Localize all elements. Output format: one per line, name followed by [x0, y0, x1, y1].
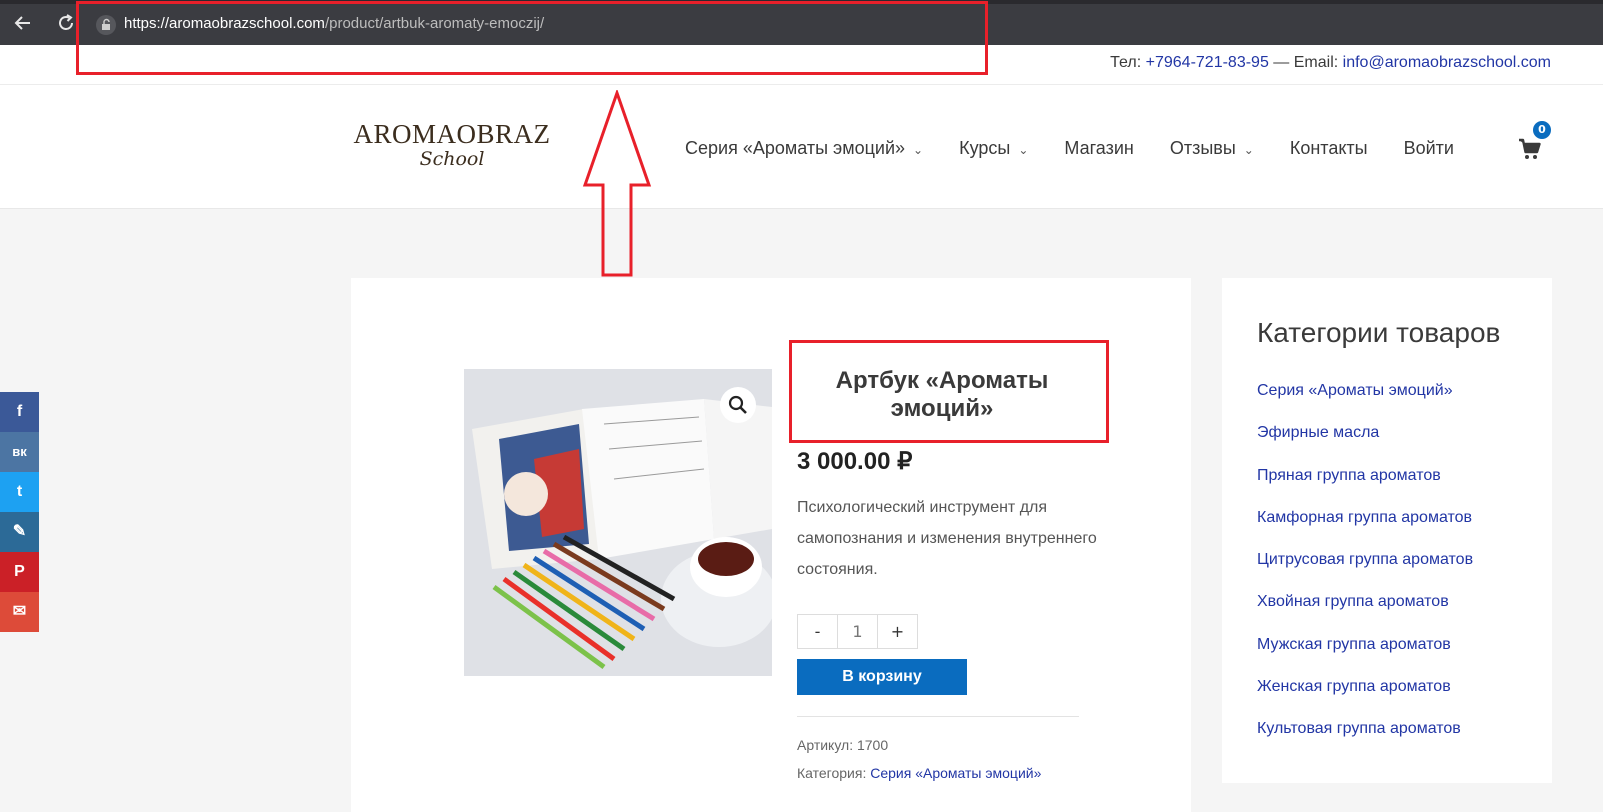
site-logo[interactable]: AROMAOBRAZ School: [352, 120, 552, 172]
menu-item-reviews[interactable]: Отзывы ⌄: [1170, 138, 1254, 159]
category-link-citrus[interactable]: Цитрусовая группа ароматов: [1257, 550, 1473, 592]
chevron-down-icon: ⌄: [1243, 143, 1254, 157]
quantity-stepper: - 1 +: [797, 614, 918, 649]
twitter-icon[interactable]: t: [0, 472, 39, 512]
category-link-spicy[interactable]: Пряная группа ароматов: [1257, 466, 1473, 508]
email-icon[interactable]: ✉: [0, 592, 39, 632]
qty-minus-button[interactable]: -: [798, 615, 837, 648]
sku-value: 1700: [856, 737, 889, 753]
tel-label: Тел:: [1110, 54, 1142, 71]
livejournal-icon[interactable]: ✎: [0, 512, 39, 552]
product-description: Психологический инструмент для самопозна…: [797, 499, 1097, 578]
reload-icon[interactable]: [55, 12, 77, 34]
zoom-icon[interactable]: [720, 387, 756, 423]
category-link-series[interactable]: Серия «Ароматы эмоций»: [1257, 381, 1473, 423]
category-list: Серия «Ароматы эмоций» Эфирные масла Пря…: [1257, 381, 1473, 762]
site-header: AROMAOBRAZ School Серия «Ароматы эмоций»…: [0, 85, 1603, 209]
product-price: 3 000.00 ₽: [797, 448, 913, 475]
title-highlight-box: [789, 340, 1109, 443]
qty-plus-button[interactable]: +: [878, 615, 917, 648]
logo-main-text: AROMAOBRAZ: [353, 119, 551, 149]
facebook-icon[interactable]: f: [0, 392, 39, 432]
menu-item-shop[interactable]: Магазин: [1064, 138, 1133, 159]
chevron-down-icon: ⌄: [913, 143, 924, 157]
annotation-arrow-icon: [582, 90, 652, 277]
phone-link[interactable]: +7964-721-83-95: [1146, 54, 1269, 71]
category-link-conifer[interactable]: Хвойная группа ароматов: [1257, 592, 1473, 634]
email-link[interactable]: info@aromaobrazschool.com: [1343, 54, 1551, 71]
product-sku: Артикул: 1700: [797, 737, 888, 753]
menu-item-contacts[interactable]: Контакты: [1290, 138, 1368, 159]
vk-icon[interactable]: вк: [0, 432, 39, 472]
chevron-down-icon: ⌄: [1018, 143, 1029, 157]
product-category: Категория: Серия «Ароматы эмоций»: [797, 765, 1041, 781]
url-highlight-box: [76, 1, 988, 75]
category-link-female[interactable]: Женская группа ароматов: [1257, 677, 1473, 719]
menu-item-login[interactable]: Войти: [1404, 138, 1454, 159]
social-share-bar: f вк t ✎ P ✉: [0, 392, 39, 632]
contact-info: Тел: +7964-721-83-95 — Email: info@aroma…: [1110, 54, 1551, 72]
category-link-camphor[interactable]: Камфорная группа ароматов: [1257, 508, 1473, 550]
quantity-input[interactable]: 1: [837, 615, 878, 648]
logo-sub-text: School: [419, 148, 485, 170]
sku-label: Артикул:: [797, 737, 854, 753]
menu-item-courses[interactable]: Курсы ⌄: [959, 138, 1028, 159]
menu-item-series[interactable]: Серия «Ароматы эмоций» ⌄: [685, 138, 923, 159]
sidebar-title: Категории товаров: [1257, 317, 1501, 348]
pinterest-icon[interactable]: P: [0, 552, 39, 592]
category-link[interactable]: Серия «Ароматы эмоций»: [870, 765, 1041, 781]
category-link-essential-oils[interactable]: Эфирные масла: [1257, 423, 1473, 465]
back-arrow-icon[interactable]: [12, 12, 34, 34]
category-link-cult[interactable]: Культовая группа ароматов: [1257, 719, 1473, 761]
divider: [797, 716, 1079, 717]
main-menu: Серия «Ароматы эмоций» ⌄ Курсы ⌄ Магазин О…: [685, 133, 1490, 163]
category-link-male[interactable]: Мужская группа ароматов: [1257, 635, 1473, 677]
category-label: Категория:: [797, 765, 867, 781]
cart-icon[interactable]: [1518, 137, 1542, 161]
email-label: — Email:: [1273, 54, 1339, 71]
add-to-cart-button[interactable]: В корзину: [797, 659, 967, 695]
cart-count-badge: 0: [1533, 121, 1551, 139]
